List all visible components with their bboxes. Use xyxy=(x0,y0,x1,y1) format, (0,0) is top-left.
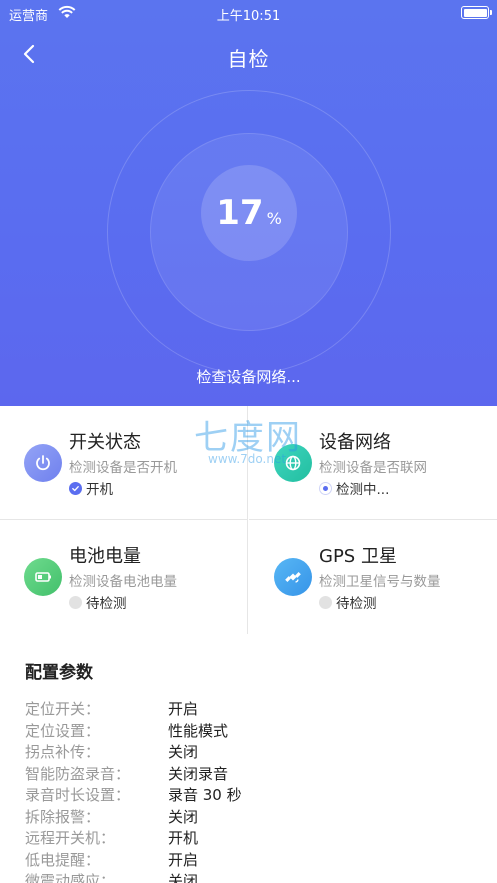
config-list: 定位开关： 开启 定位设置： 性能模式 拐点补传： 关闭 智能防盗录音： 关闭录音 录音… xyxy=(25,698,485,883)
config-key: 拐点补传： xyxy=(25,743,101,762)
check-state: 开机 xyxy=(69,478,113,498)
check-item-battery: 电池电量 检测设备电池电量 待检测 xyxy=(0,520,248,635)
config-value: 开启 xyxy=(168,850,199,869)
check-title: GPS 卫星 xyxy=(319,546,397,567)
check-title: 开关状态 xyxy=(69,432,141,453)
check-running-icon xyxy=(319,481,332,495)
check-desc: 检测设备是否开机 xyxy=(69,460,177,476)
config-key: 录音时长设置： xyxy=(25,786,131,805)
check-item-power: 开关状态 检测设备是否开机 开机 xyxy=(0,406,248,520)
battery-icon xyxy=(24,558,62,596)
progress-value: 17 xyxy=(216,193,264,233)
config-row: 远程开关机： 开机 xyxy=(25,827,485,849)
check-title: 设备网络 xyxy=(319,432,391,453)
power-icon xyxy=(24,444,62,482)
config-row: 拐点补传： 关闭 xyxy=(25,741,485,763)
config-title: 配置参数 xyxy=(25,663,93,683)
config-key: 智能防盗录音： xyxy=(25,764,131,783)
check-state-label: 待检测 xyxy=(336,596,377,612)
progress-message: 检查设备网络... xyxy=(196,368,301,386)
config-value: 关闭 xyxy=(168,807,199,826)
config-value: 录音 30 秒 xyxy=(168,786,242,805)
battery-status-icon xyxy=(461,6,492,19)
page-title: 自检 xyxy=(227,47,270,71)
clock: 上午10:51 xyxy=(216,9,281,24)
config-section: 配置参数 定位开关： 开启 定位设置： 性能模式 拐点补传： 关闭 智能防盗录音： 关闭… xyxy=(0,634,497,883)
progress-percent: 17 % xyxy=(201,165,297,261)
check-state: 检测中... xyxy=(319,478,389,498)
config-value: 开启 xyxy=(168,700,199,719)
check-waiting-icon xyxy=(319,595,332,609)
check-done-icon xyxy=(69,481,82,495)
check-items-grid: 开关状态 检测设备是否开机 开机 设备网络 检测设备是否联网 检测中... 电池… xyxy=(0,406,497,635)
config-value: 关闭 xyxy=(168,743,199,762)
config-key: 低电提醒： xyxy=(25,850,101,869)
config-value: 性能模式 xyxy=(168,721,229,740)
check-item-network: 设备网络 检测设备是否联网 检测中... xyxy=(249,406,497,520)
config-row: 智能防盗录音： 关闭录音 xyxy=(25,763,485,785)
config-value: 关闭录音 xyxy=(168,764,229,783)
globe-icon xyxy=(274,444,312,482)
config-key: 微震动感应： xyxy=(25,872,116,883)
self-check-header: 运营商 上午10:51 自检 17 % 检查设备网络... xyxy=(0,0,497,406)
config-value: 关闭 xyxy=(168,872,199,883)
config-row: 定位设置： 性能模式 xyxy=(25,720,485,742)
check-title: 电池电量 xyxy=(69,546,141,567)
config-row: 低电提醒： 开启 xyxy=(25,849,485,871)
config-row: 定位开关： 开启 xyxy=(25,698,485,720)
check-desc: 检测设备是否联网 xyxy=(319,460,427,476)
satellite-icon xyxy=(274,558,312,596)
check-waiting-icon xyxy=(69,595,82,609)
status-bar: 运营商 上午10:51 xyxy=(0,0,497,26)
check-state-label: 开机 xyxy=(86,482,113,498)
check-state: 待检测 xyxy=(69,592,127,612)
config-key: 拆除报警： xyxy=(25,807,101,826)
check-desc: 检测设备电池电量 xyxy=(69,574,177,590)
config-key: 定位开关： xyxy=(25,700,101,719)
check-state: 待检测 xyxy=(319,592,377,612)
check-state-label: 待检测 xyxy=(86,596,127,612)
check-item-gps: GPS 卫星 检测卫星信号与数量 待检测 xyxy=(249,520,497,635)
config-row: 微震动感应： 关闭 xyxy=(25,870,485,883)
config-value: 开机 xyxy=(168,829,199,848)
config-row: 录音时长设置： 录音 30 秒 xyxy=(25,784,485,806)
check-state-label: 检测中... xyxy=(336,482,390,498)
check-desc: 检测卫星信号与数量 xyxy=(319,574,441,590)
config-key: 定位设置： xyxy=(25,721,101,740)
progress-unit: % xyxy=(266,208,282,228)
config-row: 拆除报警： 关闭 xyxy=(25,806,485,828)
config-key: 远程开关机： xyxy=(25,829,116,848)
